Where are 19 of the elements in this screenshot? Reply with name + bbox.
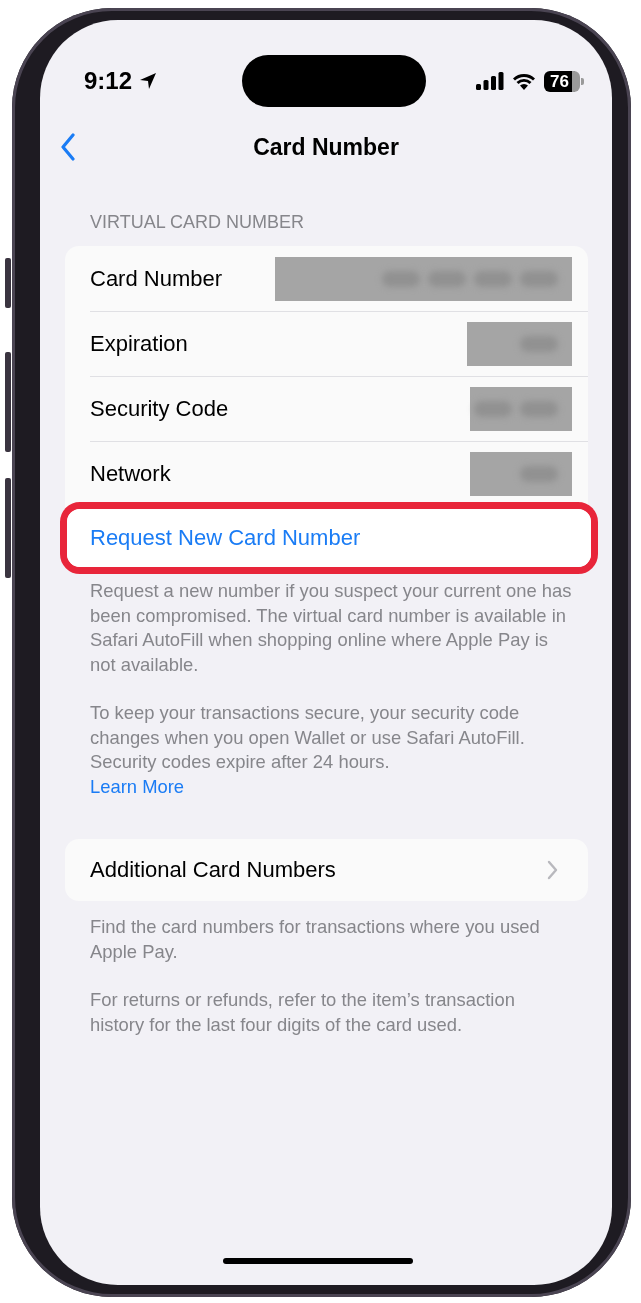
location-arrow-icon bbox=[138, 71, 159, 91]
footer-text: Find the card numbers for transactions where you used Apple Pay. bbox=[90, 915, 541, 964]
footer-text: Request a new number if you suspect your current one has been compromised. The virtual card number is available in Safari AutoFill when shopping online where Apple Pay is not available. bbox=[90, 579, 572, 677]
wifi-icon bbox=[512, 72, 537, 90]
footer-text: To keep your transactions secure, your security code changes when you open Wallet or use Safari AutoFill. Security codes expire after 24 hours. Learn More bbox=[90, 701, 526, 799]
row-label: Card Number bbox=[90, 265, 223, 292]
status-time: 9:12 bbox=[84, 67, 133, 95]
row-label: Security Code bbox=[90, 396, 229, 422]
request-button[interactable]: Request New Card Number bbox=[67, 509, 591, 567]
row-label: Network bbox=[90, 461, 171, 487]
section-header: VIRTUAL CARD NUMBER bbox=[89, 211, 306, 234]
learn-more-link[interactable]: Learn More bbox=[90, 775, 185, 797]
back-chevron-icon bbox=[60, 133, 76, 161]
row-label: Expiration bbox=[90, 331, 188, 357]
disclosure-row[interactable]: Additional Card Numbers bbox=[65, 839, 588, 901]
chevron-right-icon bbox=[547, 860, 558, 880]
footer-text: For returns or refunds, refer to the item’s transaction history for the last four digits of the card used. bbox=[90, 988, 516, 1037]
signal-icon bbox=[476, 72, 505, 90]
page-title: Card Number bbox=[253, 133, 399, 161]
